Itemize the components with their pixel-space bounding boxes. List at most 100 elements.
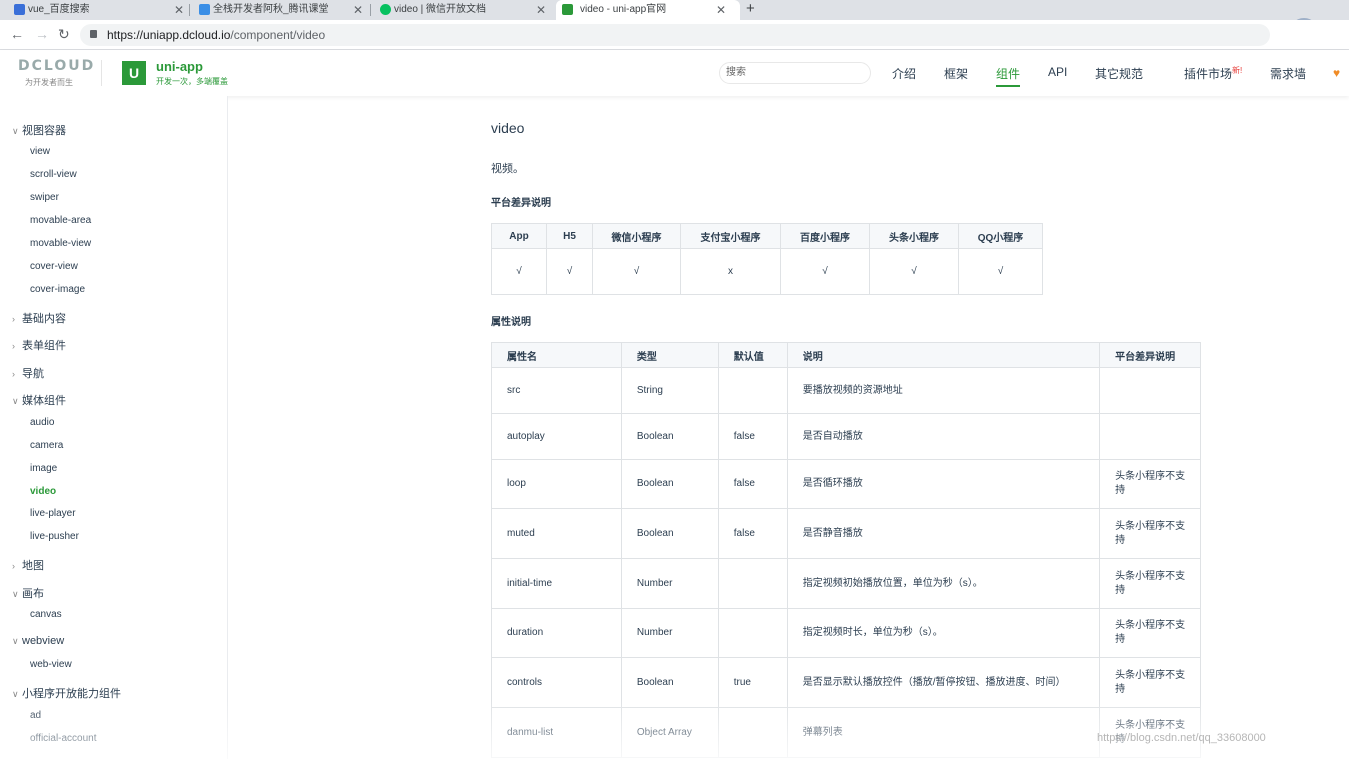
sidebar-item-audio[interactable]: audio	[30, 417, 54, 428]
table-cell: √	[592, 248, 681, 295]
table-cell: Boolean	[620, 413, 719, 460]
table-cell: Boolean	[620, 657, 719, 708]
chevron-right-icon: ›	[12, 314, 15, 324]
sidebar-item-ad[interactable]: ad	[30, 710, 41, 721]
table-header: 头条小程序	[869, 223, 959, 249]
sidebar-item-cover-view[interactable]: cover-view	[30, 261, 78, 272]
table-cell: false	[717, 413, 788, 460]
table-header: H5	[546, 223, 593, 249]
search-input[interactable]: 搜索	[719, 62, 871, 84]
table-cell	[717, 367, 788, 414]
table-cell: x	[680, 248, 781, 295]
sidebar-item-video[interactable]: video	[30, 486, 56, 497]
table-header: 默认值	[717, 342, 788, 368]
sidebar-item-live-pusher[interactable]: live-pusher	[30, 531, 79, 542]
table-cell: √	[546, 248, 593, 295]
table-header: 说明	[786, 342, 1101, 368]
sidebar-item-camera[interactable]: camera	[30, 440, 63, 451]
table-cell: 弹幕列表	[786, 707, 1101, 758]
url-input[interactable]: https://uniapp.dcloud.io/component/video	[80, 24, 1270, 46]
uniapp-logo-icon[interactable]: U	[122, 61, 146, 85]
table-cell: autoplay	[491, 413, 622, 460]
table-cell: 头条小程序不支持	[1099, 508, 1201, 559]
reload-icon[interactable]: ↻	[58, 26, 70, 42]
close-tab-icon[interactable]: ✕	[536, 0, 546, 20]
table-cell: Boolean	[620, 459, 719, 509]
browser-tab-active[interactable]: video - uni-app官网 ✕	[556, 0, 740, 20]
sidebar-item-view[interactable]: view	[30, 146, 50, 157]
table-cell	[717, 707, 788, 758]
table-cell: 头条小程序不支持	[1099, 608, 1201, 658]
attribute-table: 属性名 类型 默认值 说明 平台差异说明 src String 要播放视频的资源…	[491, 342, 1201, 758]
sidebar-group-navigation[interactable]: › 导航	[12, 365, 44, 381]
close-tab-icon[interactable]: ✕	[353, 0, 363, 20]
table-header: 微信小程序	[592, 223, 681, 249]
sidebar-item-scroll-view[interactable]: scroll-view	[30, 169, 77, 180]
nav-intro[interactable]: 介绍	[892, 65, 916, 82]
heart-icon[interactable]: ♥	[1333, 66, 1340, 80]
table-cell: √	[780, 248, 870, 295]
table-cell: 是否显示默认播放控件（播放/暂停按钮、播放进度、时间）	[786, 657, 1101, 708]
close-tab-icon[interactable]: ✕	[174, 0, 184, 20]
chevron-down-icon: ∨	[12, 589, 19, 599]
header-divider	[101, 60, 102, 86]
wechat-favicon-icon	[380, 4, 391, 15]
sidebar-item-live-player[interactable]: live-player	[30, 508, 76, 519]
sidebar-item-image[interactable]: image	[30, 463, 57, 474]
table-header: App	[491, 223, 547, 249]
table-row: autoplay Boolean false 是否自动播放	[491, 413, 1201, 460]
chevron-down-icon: ∨	[12, 689, 19, 699]
chevron-right-icon: ›	[12, 341, 15, 351]
browser-tab[interactable]: video | 微信开放文档 ✕	[380, 0, 546, 20]
nav-plugin-market[interactable]: 插件市场新!	[1184, 65, 1242, 82]
sidebar-group-map[interactable]: › 地图	[12, 557, 44, 573]
table-cell	[1099, 413, 1201, 460]
table-cell: initial-time	[491, 558, 622, 609]
browser-tab[interactable]: vue_百度搜索 ✕	[14, 0, 184, 20]
tab-title: 全栈开发者阿秋_腾讯课堂	[213, 4, 329, 15]
sidebar-group-media[interactable]: ∨ 媒体组件	[12, 392, 66, 408]
close-tab-icon[interactable]: ✕	[716, 0, 726, 20]
table-cell: Object Array	[620, 707, 719, 758]
table-cell: String	[620, 367, 719, 414]
uniapp-slogan: 开发一次，多端覆盖	[156, 77, 228, 86]
sidebar-item-movable-area[interactable]: movable-area	[30, 215, 91, 226]
sidebar-item-movable-view[interactable]: movable-view	[30, 238, 91, 249]
nav-demand-wall[interactable]: 需求墙	[1270, 65, 1306, 82]
nav-framework[interactable]: 框架	[944, 65, 968, 82]
new-tab-button[interactable]: +	[746, 0, 755, 18]
sidebar-item-official-account[interactable]: official-account	[30, 733, 97, 744]
sidebar-group-form[interactable]: › 表单组件	[12, 337, 66, 353]
sidebar-group-view-container[interactable]: ∨ 视图容器	[12, 122, 66, 138]
sidebar-item-web-view[interactable]: web-view	[30, 659, 72, 670]
table-cell: Boolean	[620, 508, 719, 559]
tab-divider	[189, 4, 190, 16]
sidebar-group-canvas[interactable]: ∨ 画布	[12, 585, 44, 601]
table-cell: src	[491, 367, 622, 414]
back-arrow-icon[interactable]: ←	[10, 26, 24, 42]
table-header: QQ小程序	[958, 223, 1043, 249]
page-description: 视频。	[491, 163, 524, 175]
sidebar-group-basic-content[interactable]: › 基础内容	[12, 310, 66, 326]
table-cell: √	[869, 248, 959, 295]
nav-other-specs[interactable]: 其它规范	[1095, 65, 1143, 82]
sidebar-item-cover-image[interactable]: cover-image	[30, 284, 85, 295]
nav-components[interactable]: 组件	[996, 65, 1021, 87]
browser-tab[interactable]: 全栈开发者阿秋_腾讯课堂 ✕	[199, 0, 363, 20]
sidebar-item-swiper[interactable]: swiper	[30, 192, 59, 203]
nav-api[interactable]: API	[1048, 65, 1067, 79]
table-header: 属性名	[491, 342, 622, 368]
table-cell: 指定视频初始播放位置，单位为秒（s）。	[786, 558, 1101, 609]
tab-title: video - uni-app官网	[580, 4, 667, 15]
sidebar-item-canvas[interactable]: canvas	[30, 609, 62, 620]
uniapp-name[interactable]: uni-app	[156, 59, 203, 74]
dcloud-logo[interactable]: DCLOUD	[18, 58, 95, 74]
chevron-down-icon: ∨	[12, 636, 19, 646]
sidebar-group-webview[interactable]: ∨ webview	[12, 635, 64, 647]
tencent-classroom-favicon-icon	[199, 4, 210, 15]
table-row: muted Boolean false 是否静音播放 头条小程序不支持	[491, 508, 1201, 559]
table-cell: 头条小程序不支持	[1099, 558, 1201, 609]
url-text: https://uniapp.dcloud.io/component/video	[107, 28, 326, 42]
sidebar-group-miniprogram-open[interactable]: ∨ 小程序开放能力组件	[12, 685, 121, 701]
forward-arrow-icon[interactable]: →	[35, 26, 49, 42]
